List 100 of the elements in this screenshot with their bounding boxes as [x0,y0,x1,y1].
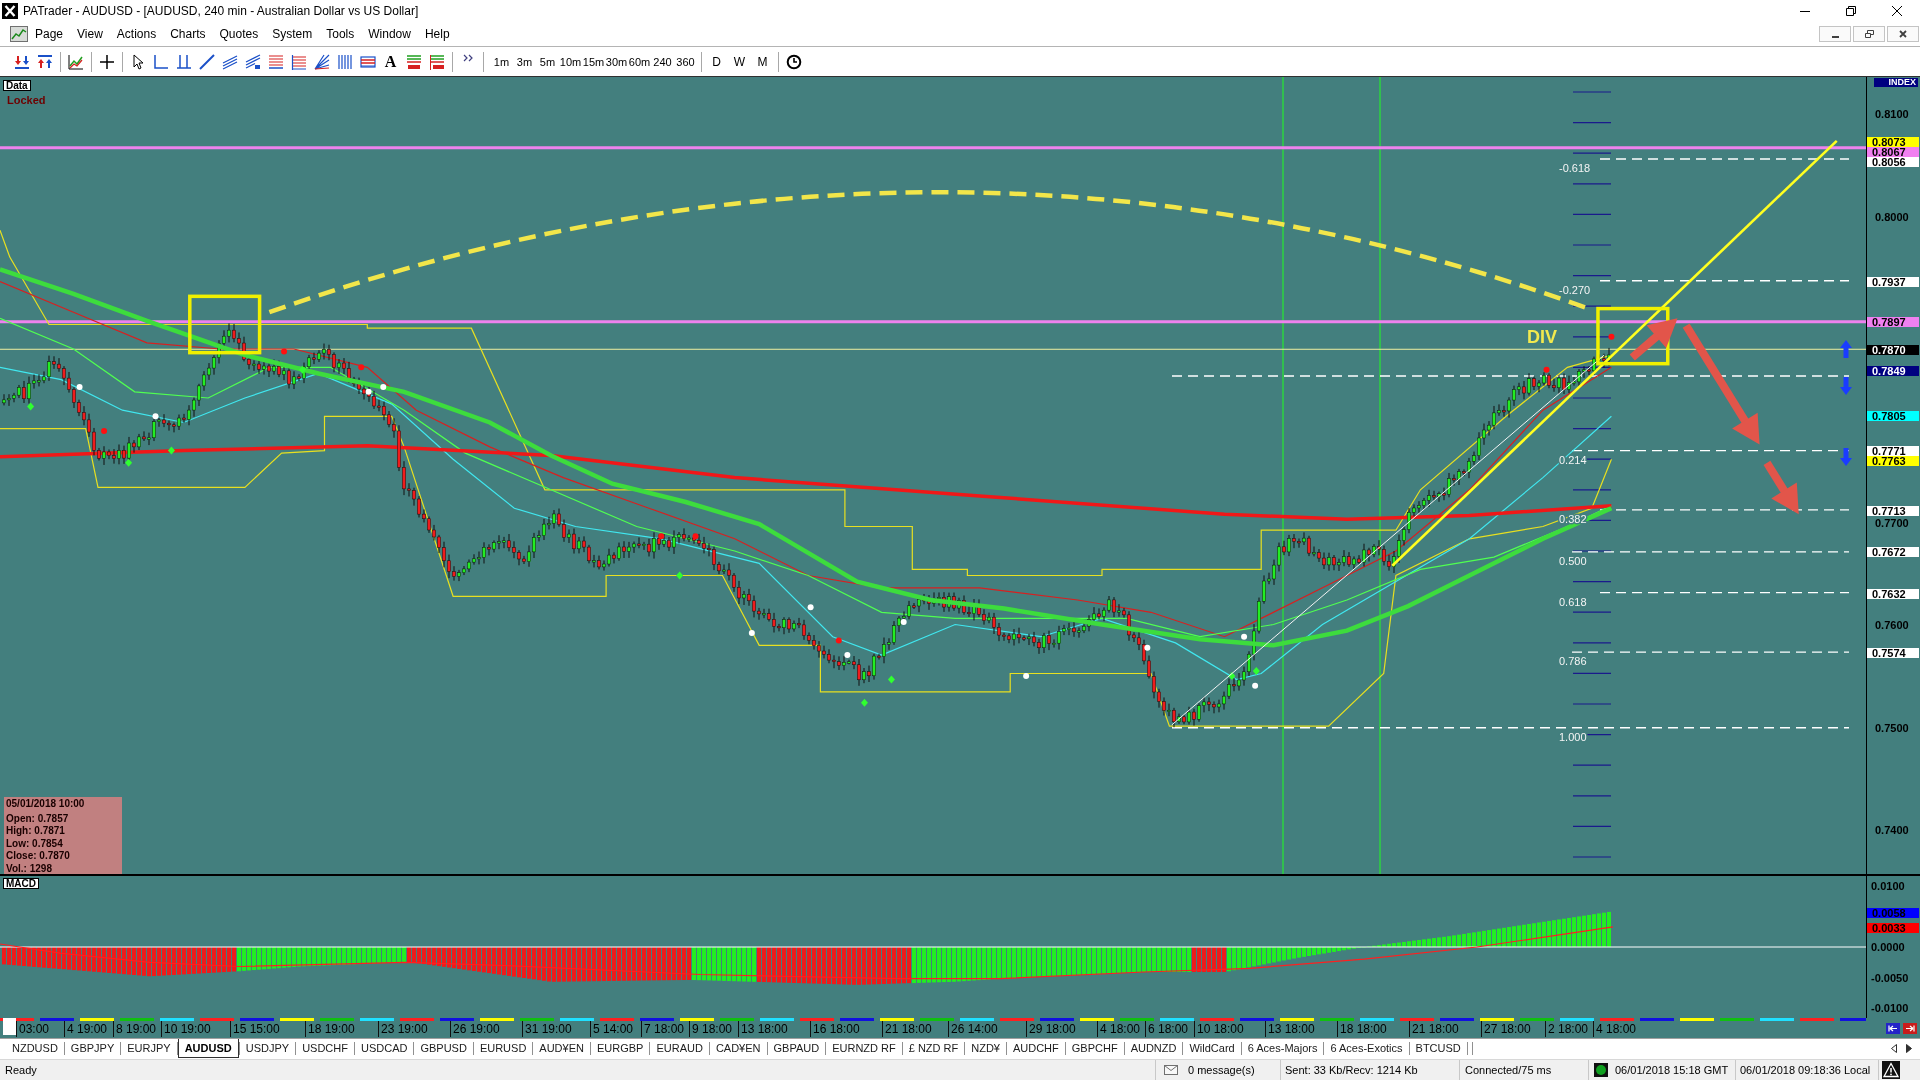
symbol-tab[interactable]: USDJPY [239,1039,296,1058]
symbol-tab[interactable]: GBPJPY [64,1039,121,1058]
double-chevron-icon[interactable] [462,53,473,62]
colored-lines-icon[interactable] [405,53,422,70]
text-tool-button[interactable]: A [381,52,400,71]
fibonacci-lines-icon[interactable] [267,53,284,70]
clock-icon[interactable] [785,53,802,70]
fan-lines-icon[interactable] [313,53,330,70]
price-tag: 0.7870 [1867,345,1919,355]
price-tag: 0.7897 [1867,317,1919,327]
menu-item[interactable]: Help [417,22,457,46]
envelope-icon [1164,1065,1178,1075]
symbol-tab[interactable]: AUDUSD [177,1039,239,1058]
symbol-tab[interactable]: NZD¥ [965,1039,1006,1058]
menu-item[interactable]: Window [361,22,418,46]
symbol-tab[interactable]: £ NZD RF [902,1039,965,1058]
symbol-tab[interactable]: 6 Aces-Majors [1241,1039,1324,1058]
timeframe-button[interactable]: 60m [628,51,651,72]
vertical-line-icon[interactable] [175,53,192,70]
symbol-tab[interactable]: USDCHF [296,1039,354,1058]
time-axis-label: 13 18:00 [1265,1021,1315,1037]
symbol-tab[interactable]: EURAUD [650,1039,709,1058]
timeframe-button[interactable]: 3m [513,51,536,72]
channel-icon[interactable] [221,53,238,70]
arrow [1763,460,1799,515]
scroll-end-icon[interactable] [1903,1023,1917,1034]
symbol-tab[interactable]: GBPCHF [1065,1039,1124,1058]
timeframe-button[interactable]: 360 [674,51,697,72]
symbol-tab[interactable]: AUDCHF [1006,1039,1065,1058]
fibonacci-levels-icon[interactable] [290,53,307,70]
symbol-tab[interactable]: NZDUSD [6,1039,64,1058]
menu-item[interactable]: View [70,22,110,46]
symbol-tab[interactable]: CAD¥EN [709,1039,767,1058]
time-axis-label: 10 19:00 [161,1021,211,1037]
price-tag: 0.8073 [1867,137,1919,147]
timeframe-button[interactable]: 10m [559,51,582,72]
symbol-tab[interactable]: WildCard [1183,1039,1241,1058]
restore-button[interactable] [1853,26,1885,42]
price-tag: 0.7849 [1867,366,1919,376]
axis-label: 0.0000 [1871,942,1905,952]
symbol-tab[interactable]: GBPAUD [767,1039,826,1058]
period-button[interactable]: M [751,51,774,72]
period-button[interactable]: D [705,51,728,72]
symbol-tab[interactable]: GBPUSD [414,1039,473,1058]
symbol-tab[interactable]: AUDNZD [1124,1039,1183,1058]
down-arrow-icon [1840,377,1852,395]
minimize-button[interactable] [1819,26,1851,42]
time-axis-label: 18 19:00 [305,1021,355,1037]
time-axis-label: 10 18:00 [1194,1021,1244,1037]
period-button[interactable]: W [728,51,751,72]
menu-item[interactable]: Quotes [212,22,266,46]
data-tag: Data [3,80,31,91]
time-axis-label: 7 18:00 [641,1021,685,1037]
message-count: 0 message(s) [1188,1062,1255,1078]
timeframe-button[interactable]: 30m [605,51,628,72]
symbol-tab[interactable]: EURGBP [590,1039,650,1058]
menu-item[interactable]: System [265,22,320,46]
scroll-left-icon[interactable] [1891,1044,1897,1053]
colored-lines-icon[interactable] [428,53,445,70]
indicator-tag: MACD [3,878,39,889]
grid-box-icon[interactable] [359,53,376,70]
price-tag: 0.7632 [1867,589,1919,599]
double-arrow-icon[interactable] [13,53,30,70]
symbol-tab[interactable]: 6 Aces-Exotics [1324,1039,1409,1058]
close-button[interactable] [1887,26,1919,42]
symbol-tab[interactable]: AUD¥EN [533,1039,590,1058]
axis-label: -0.0100 [1871,1003,1909,1013]
fib-level-label: 0.382 [1559,512,1587,525]
minimize-icon [1831,35,1839,38]
timeframe-button[interactable]: 15m [582,51,605,72]
ohlc-value: High: 0.7871 [6,825,66,838]
symbol-tab[interactable]: USDCAD [354,1039,414,1058]
trend-line-icon[interactable] [198,53,215,70]
price-tag: 0.7937 [1867,277,1919,287]
double-arrow-icon[interactable] [36,53,53,70]
timeframe-button[interactable]: 1m [490,51,513,72]
menu-item[interactable]: Charts [163,22,213,46]
scroll-start-icon[interactable] [1886,1023,1900,1034]
window-title: PATrader - AUDUSD - [AUDUSD, 240 min - Australian Dollar vs US Dollar] [23,3,419,19]
menu-item[interactable]: Page [28,22,71,46]
time-axis-label: 2 18:00 [1545,1021,1589,1037]
symbol-tab[interactable]: BTCUSD [1409,1039,1467,1058]
regression-channel-icon[interactable] [244,53,261,70]
menu-item[interactable]: Actions [109,22,164,46]
gmt-time: 06/01/2018 15:18 GMT [1615,1062,1729,1078]
symbol-tab[interactable]: EURNZD RF [826,1039,902,1058]
scroll-right-icon[interactable] [1906,1044,1912,1053]
line-chart-icon[interactable] [67,53,84,70]
crosshair-icon[interactable] [98,53,115,70]
horizontal-line-icon[interactable] [152,53,169,70]
ohlc-value: Low: 0.7854 [6,837,64,851]
ohlc-value: Close: 0.7870 [6,850,71,863]
fib-level-label: 0.214 [1559,453,1587,466]
symbol-tab[interactable]: EURJPY [121,1039,177,1058]
vertical-lines-icon[interactable] [336,53,353,70]
timeframe-button[interactable]: 5m [536,51,559,72]
ohlc-date: 05/01/2018 10:00 [6,798,86,810]
timeframe-button[interactable]: 240 [651,51,674,72]
menu-item[interactable]: Tools [319,22,362,46]
symbol-tab[interactable]: EURUSD [473,1039,533,1058]
